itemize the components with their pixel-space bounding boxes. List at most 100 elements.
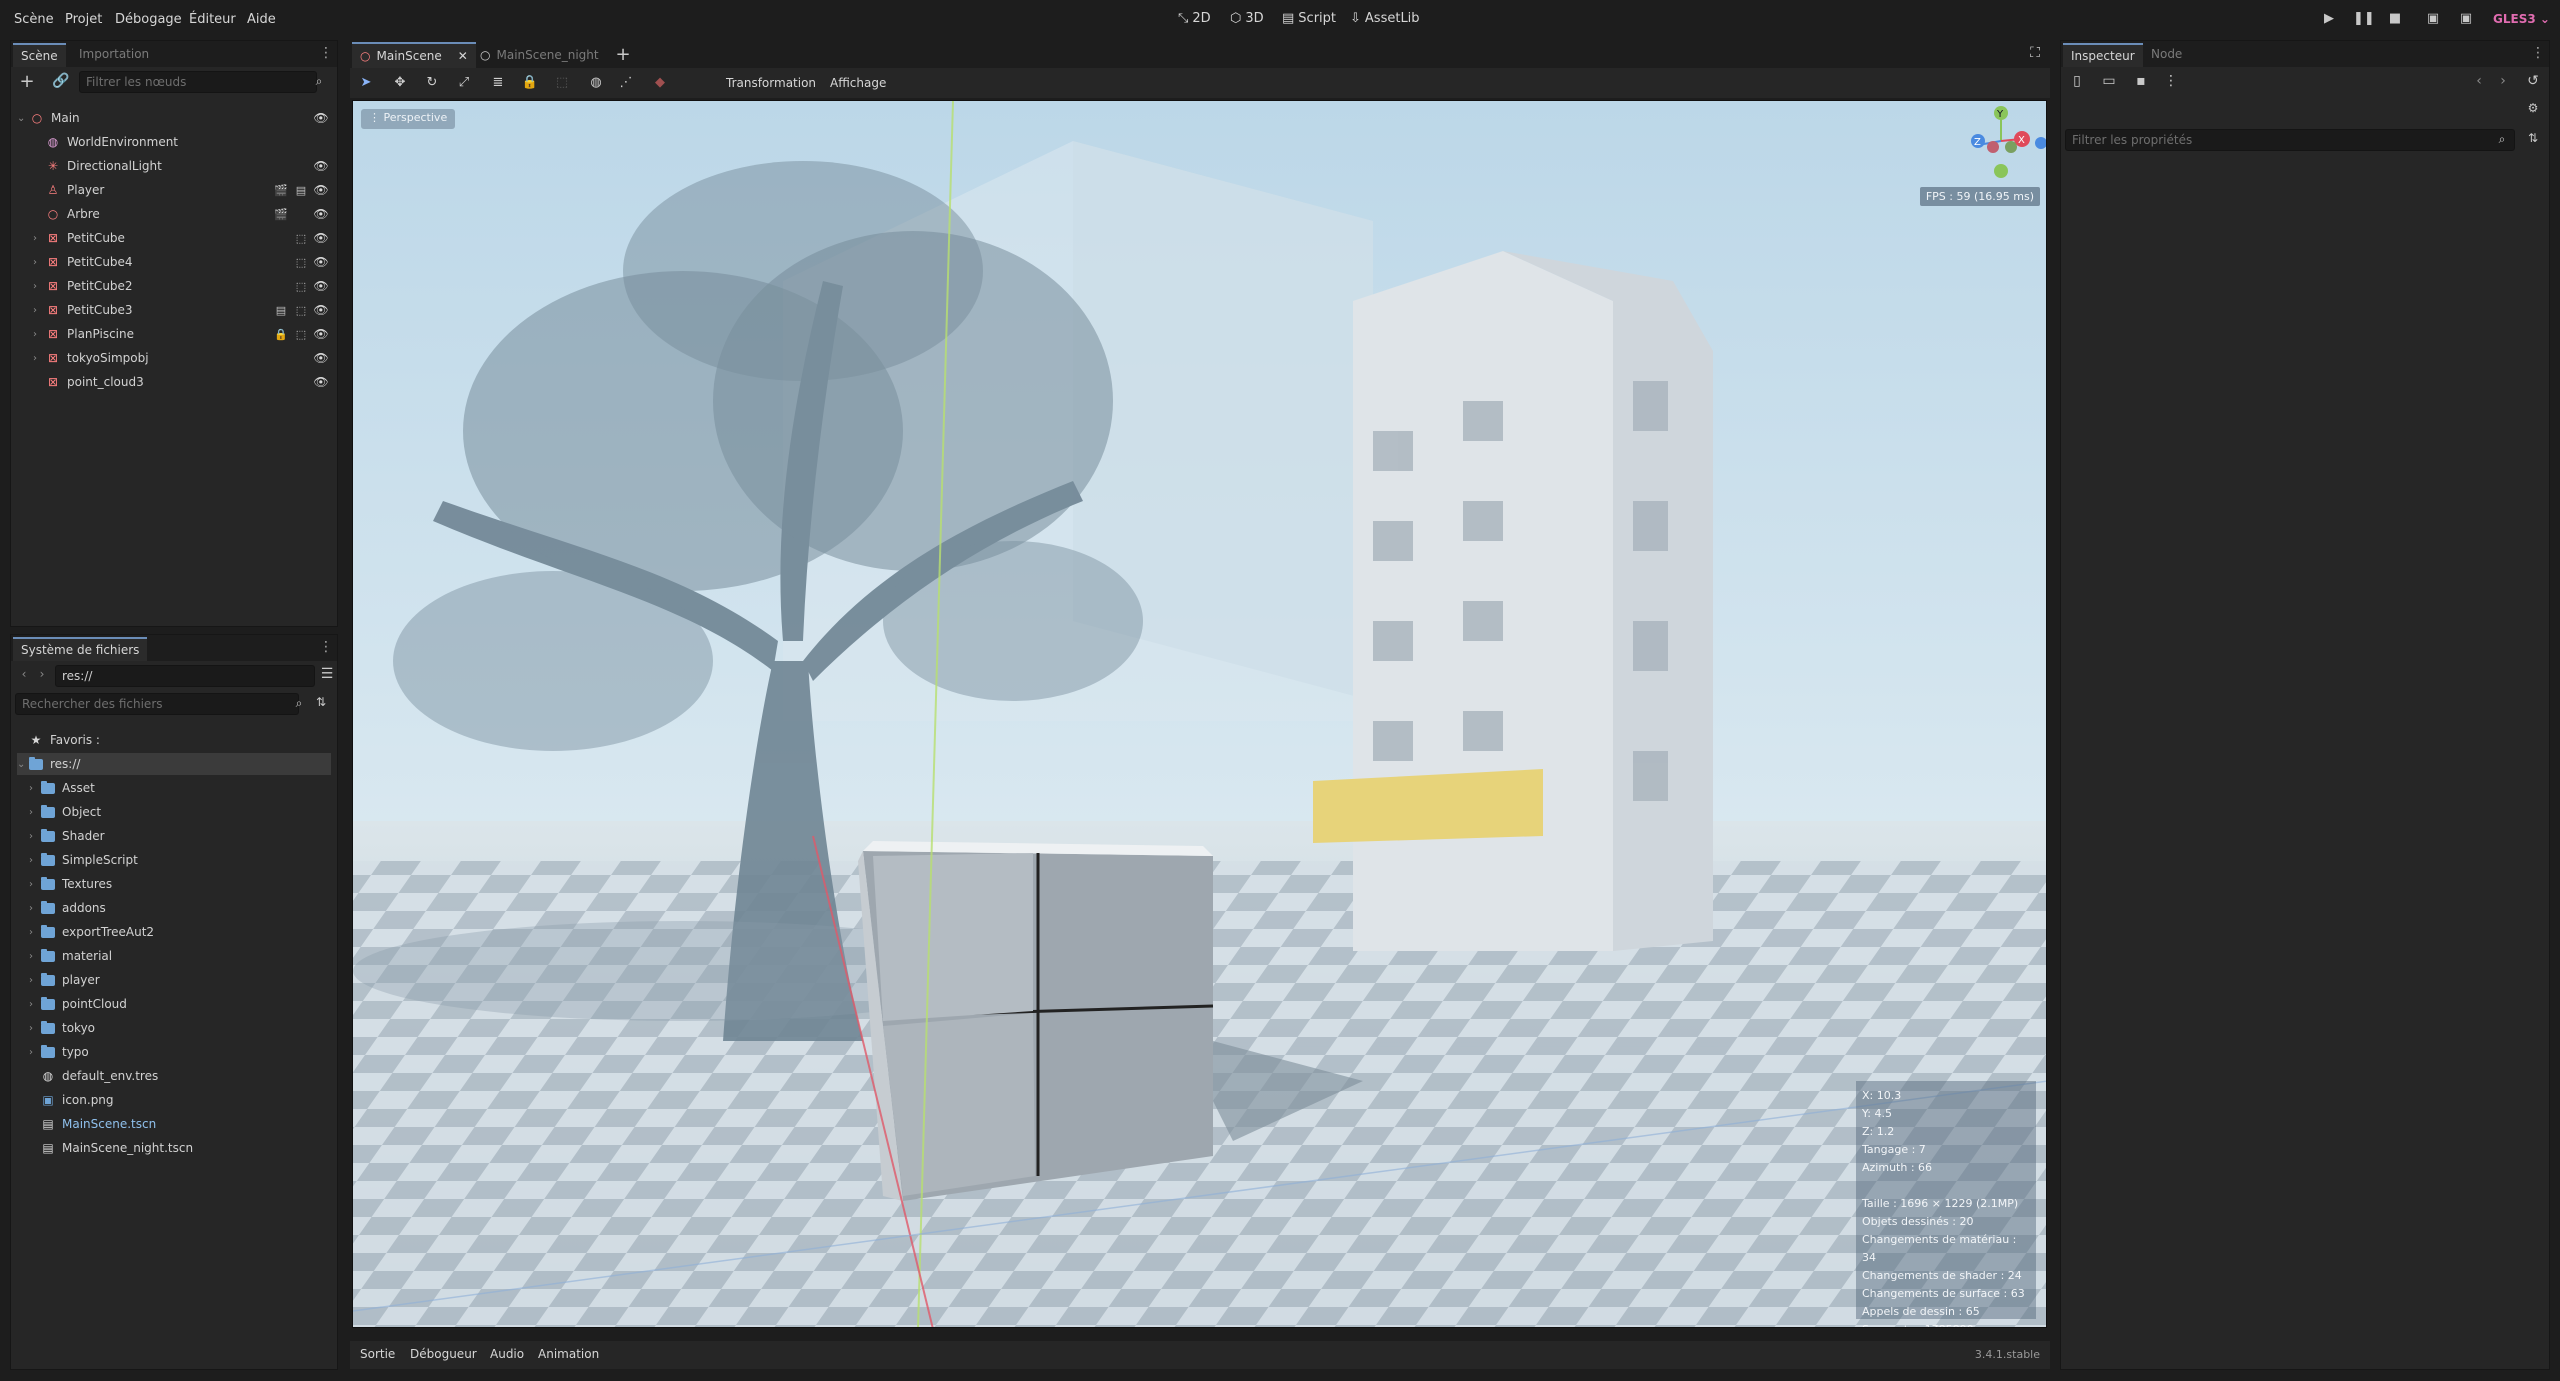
view-menu[interactable]: Affichage <box>830 76 886 90</box>
kebab-menu-icon[interactable]: ⋮ <box>319 639 333 655</box>
chevron-right-icon[interactable]: › <box>29 807 41 818</box>
file-search-input[interactable] <box>15 693 299 715</box>
snap-icon[interactable]: ⋰ <box>616 75 636 93</box>
chevron-right-icon[interactable]: › <box>29 999 41 1010</box>
node-flag-icon[interactable]: 🔒 <box>273 328 289 341</box>
add-node-icon[interactable]: + <box>17 71 37 92</box>
visibility-eye-icon[interactable]: 👁 <box>313 183 329 197</box>
sort-icon[interactable]: ⇅ <box>313 695 329 709</box>
chevron-right-icon[interactable]: › <box>29 1047 41 1058</box>
play-custom-scene-icon[interactable]: ▣ <box>2457 10 2475 28</box>
play-scene-icon[interactable]: ▣ <box>2424 10 2442 28</box>
select-tool-icon[interactable]: ➤ <box>356 75 376 93</box>
property-options-icon[interactable]: ⇅ <box>2526 131 2540 145</box>
tab-audio[interactable]: Audio <box>490 1347 524 1361</box>
new-resource-icon[interactable]: ▯ <box>2069 73 2085 89</box>
tree-node[interactable]: ♙ Player 🎬 ▤ 👁 <box>17 179 331 201</box>
add-tab-icon[interactable]: + <box>614 44 632 65</box>
back-icon[interactable]: ‹ <box>17 667 31 681</box>
group-icon[interactable]: ⬚ <box>552 75 572 93</box>
tab-import[interactable]: Importation <box>71 43 157 67</box>
menu-help[interactable]: Aide <box>247 12 276 27</box>
save-resource-icon[interactable]: ▪ <box>2133 73 2149 89</box>
mode-script-button[interactable]: ▤ Script <box>1282 11 1336 26</box>
folder-row[interactable]: › player <box>17 969 331 991</box>
list-select-icon[interactable]: ≣ <box>488 75 508 93</box>
chevron-right-icon[interactable]: › <box>29 879 41 890</box>
chevron-right-icon[interactable]: › <box>29 951 41 962</box>
perspective-menu[interactable]: ⋮ Perspective <box>361 109 456 129</box>
tree-node[interactable]: ◍ WorldEnvironment <box>17 131 331 153</box>
folder-row[interactable]: › Shader <box>17 825 331 847</box>
tab-node[interactable]: Node <box>2143 43 2190 67</box>
node-flag-icon[interactable]: ▤ <box>293 184 309 197</box>
open-resource-icon[interactable]: ▭ <box>2101 73 2117 89</box>
visibility-eye-icon[interactable]: 👁 <box>313 231 329 245</box>
folder-row[interactable]: › pointCloud <box>17 993 331 1015</box>
property-filter-input[interactable] <box>2065 129 2515 151</box>
file-row[interactable]: ▤ MainScene.tscn <box>17 1113 331 1135</box>
chevron-right-icon[interactable]: › <box>29 831 41 842</box>
tree-node[interactable]: › ⊠ PetitCube3 ▤ ⬚ 👁 <box>17 299 331 321</box>
3d-viewport[interactable]: Y X Z ⋮ Perspective FPS : 59 (16.95 ms) … <box>352 100 2047 1328</box>
visibility-eye-icon[interactable]: 👁 <box>313 327 329 341</box>
path-field[interactable]: res:// <box>55 665 315 687</box>
tree-node[interactable]: › ⊠ PlanPiscine 🔒 ⬚ 👁 <box>17 323 331 345</box>
tree-node[interactable]: › ⊠ PetitCube4 ⬚ 👁 <box>17 251 331 273</box>
history-icon[interactable]: ↺ <box>2526 73 2540 89</box>
tree-node[interactable]: ⊠ point_cloud3 👁 <box>17 371 331 393</box>
scene-filter-input[interactable] <box>79 71 317 93</box>
stop-icon[interactable]: ■ <box>2386 10 2404 28</box>
chevron-right-icon[interactable]: › <box>33 281 45 292</box>
tab-mainscene[interactable]: ○ MainScene ✕ <box>352 42 476 68</box>
visibility-eye-icon[interactable]: 👁 <box>313 111 329 125</box>
pause-icon[interactable]: ❚❚ <box>2353 10 2375 28</box>
file-row[interactable]: ▤ MainScene_night.tscn <box>17 1137 331 1159</box>
play-icon[interactable]: ▶ <box>2320 10 2338 28</box>
visibility-eye-icon[interactable]: 👁 <box>313 159 329 173</box>
folder-row[interactable]: › Object <box>17 801 331 823</box>
node-flag-icon[interactable]: 🎬 <box>273 184 289 197</box>
chevron-right-icon[interactable]: › <box>33 305 45 316</box>
folder-row[interactable]: › Textures <box>17 873 331 895</box>
scale-tool-icon[interactable]: ⤢ <box>454 75 474 93</box>
file-row[interactable]: ▣ icon.png <box>17 1089 331 1111</box>
file-row[interactable]: ◍ default_env.tres <box>17 1065 331 1087</box>
link-icon[interactable]: 🔗 <box>51 73 71 89</box>
camera-preview-icon[interactable]: ◆ <box>650 75 670 93</box>
visibility-eye-icon[interactable]: 👁 <box>313 351 329 365</box>
favorites-row[interactable]: ★ Favoris : <box>17 729 331 751</box>
tree-node[interactable]: ○ Arbre 🎬 👁 <box>17 203 331 225</box>
close-icon[interactable]: ✕ <box>458 49 468 63</box>
visibility-eye-icon[interactable]: 👁 <box>313 255 329 269</box>
visibility-eye-icon[interactable]: 👁 <box>313 303 329 317</box>
history-forward-icon[interactable]: › <box>2496 73 2510 89</box>
menu-debug[interactable]: Débogage <box>115 12 182 27</box>
folder-row[interactable]: › addons <box>17 897 331 919</box>
mode-3d-button[interactable]: ⬡ 3D <box>1230 11 1264 26</box>
tree-node[interactable]: ✳ DirectionalLight 👁 <box>17 155 331 177</box>
history-back-icon[interactable]: ‹ <box>2472 73 2486 89</box>
rotate-tool-icon[interactable]: ↻ <box>422 75 442 93</box>
node-flag-icon[interactable]: ⬚ <box>293 328 309 341</box>
local-space-icon[interactable]: ◍ <box>586 75 606 93</box>
root-folder-row[interactable]: ⌄ res:// <box>17 753 331 775</box>
menu-project[interactable]: Projet <box>65 12 102 27</box>
folder-row[interactable]: › SimpleScript <box>17 849 331 871</box>
chevron-right-icon[interactable]: › <box>33 353 45 364</box>
transform-menu[interactable]: Transformation <box>726 76 816 90</box>
visibility-eye-icon[interactable]: 👁 <box>313 279 329 293</box>
kebab-menu-icon[interactable]: ⋮ <box>319 45 333 61</box>
tab-scene[interactable]: Scène <box>13 43 66 67</box>
node-flag-icon[interactable]: 🎬 <box>273 208 289 221</box>
folder-row[interactable]: › material <box>17 945 331 967</box>
tab-debugger[interactable]: Débogueur <box>410 1347 477 1361</box>
chevron-right-icon[interactable]: › <box>29 783 41 794</box>
renderer-selector[interactable]: GLES3 ⌄ <box>2493 12 2550 26</box>
chevron-down-icon[interactable]: ⌄ <box>17 113 29 124</box>
node-flag-icon[interactable]: ⬚ <box>293 304 309 317</box>
tab-animation[interactable]: Animation <box>538 1347 599 1361</box>
folder-row[interactable]: › exportTreeAut2 <box>17 921 331 943</box>
object-properties-icon[interactable]: ⚙ <box>2526 101 2540 115</box>
chevron-right-icon[interactable]: › <box>29 927 41 938</box>
